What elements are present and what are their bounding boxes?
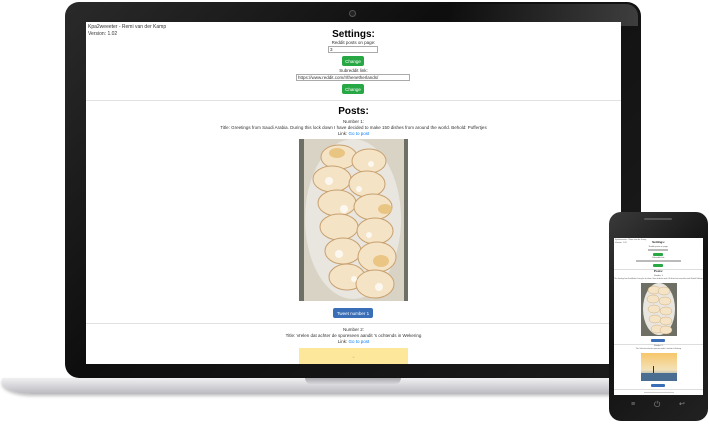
phone-post-title: Title: Vrelen dat achter de sporeseen aa…	[635, 349, 682, 350]
phone-speaker	[644, 218, 672, 220]
laptop-screen: Kpa2weeeter - Remi van der Kamp Version:…	[86, 22, 621, 364]
posts-per-page-label: Reddit posts on page:	[331, 40, 376, 45]
post-link-row: Link: Go to post	[86, 339, 621, 344]
post-image	[299, 139, 408, 301]
menu-icon[interactable]: ≡	[631, 401, 635, 408]
posts-heading: Posts:	[338, 106, 369, 117]
phone-tweet-button[interactable]	[651, 339, 665, 342]
phone-post-title: Title: Greetings from Saudi Arabia. Duri…	[614, 279, 703, 280]
laptop-camera	[349, 10, 356, 17]
back-icon[interactable]: ↩	[679, 400, 685, 408]
post-link[interactable]: Go to post	[349, 131, 370, 136]
phone-posts-per-page-input[interactable]	[648, 249, 668, 251]
post-title: Title: Greetings from Saudi Arabia. Duri…	[220, 125, 487, 130]
phone-post-image	[641, 353, 677, 381]
post-link-prefix: Link:	[337, 339, 348, 344]
posts-per-page-input[interactable]: 3	[328, 46, 378, 53]
post-link[interactable]: Go to post	[349, 339, 370, 344]
change-subreddit-button[interactable]: Change	[342, 84, 364, 94]
laptop-base-notch	[305, 378, 401, 384]
tweet-button[interactable]: Tweet number 1	[333, 308, 373, 318]
post-link-row: Link: Go to post	[86, 131, 621, 136]
post-link-prefix: Link:	[337, 131, 348, 136]
phone-next-post-text	[644, 392, 674, 393]
phone-subreddit-input[interactable]	[636, 260, 681, 262]
home-icon[interactable]: ⏻	[654, 400, 660, 410]
phone-screen: Kpa2weeeter - Remi van der Kamp Version:…	[614, 238, 703, 395]
phone-post-image	[641, 283, 677, 336]
post-number: Number 1:	[342, 119, 364, 124]
subreddit-label: Subreddit link:	[339, 68, 368, 73]
phone-settings-heading: Settings:	[652, 240, 665, 244]
phone-posts-heading: Posts:	[653, 269, 664, 273]
subreddit-input[interactable]: https://www.reddit.com/r/thenetherlands/	[296, 74, 410, 81]
phone-change-subreddit-button[interactable]	[653, 264, 663, 267]
settings-heading: Settings:	[332, 29, 375, 40]
post-image: ▫	[299, 348, 408, 364]
divider	[86, 100, 621, 101]
change-posts-button[interactable]: Change	[342, 56, 364, 66]
divider	[614, 389, 703, 390]
post-number: Number 2:	[342, 327, 364, 332]
image-placeholder-icon: ▫	[352, 355, 355, 361]
post-title: Title: Vrelen dat achter de sporeseen aa…	[285, 333, 422, 338]
phone-change-posts-button[interactable]	[653, 253, 663, 256]
device-mockup-stage: Kpa2weeeter - Remi van der Kamp Version:…	[0, 0, 709, 426]
phone-tweet-button[interactable]	[651, 384, 665, 387]
divider	[86, 323, 621, 324]
